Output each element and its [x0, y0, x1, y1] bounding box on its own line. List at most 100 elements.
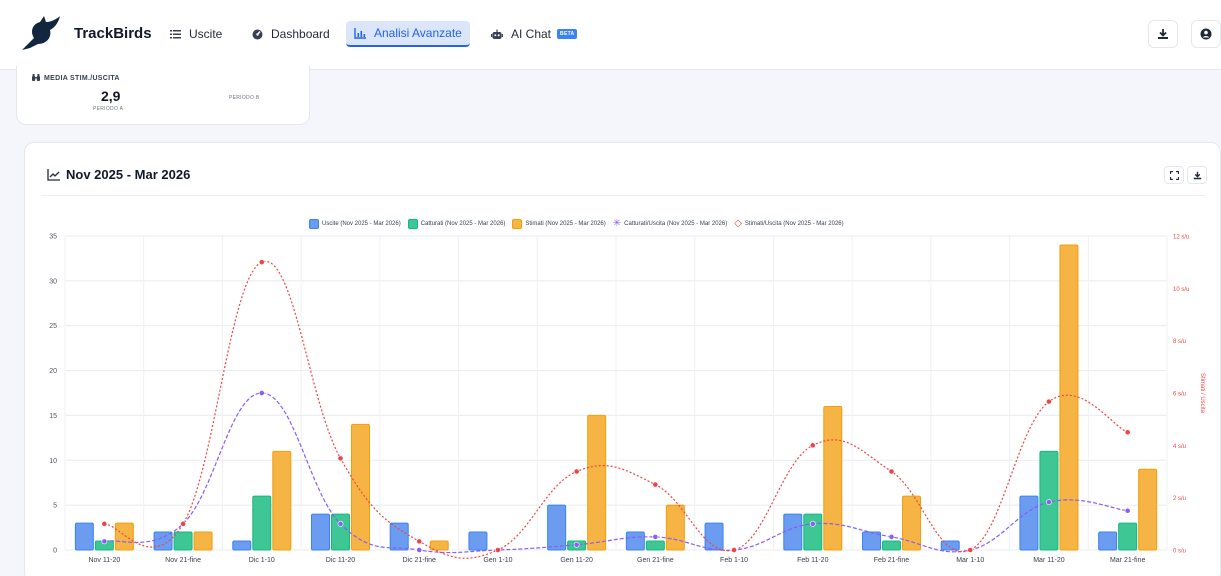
bar-stimati	[351, 423, 370, 551]
bar-uscite	[389, 522, 409, 551]
x-tick-label: Nov 21-fine	[165, 557, 201, 564]
x-tick-label: Gen 11-20	[560, 557, 593, 564]
point-catturati-uscita	[416, 547, 423, 553]
bar-catturati	[882, 540, 901, 551]
bar-stimati	[193, 531, 213, 551]
nav-analisi-label: Analisi Avanzate	[374, 26, 462, 40]
user-menu-button[interactable]	[1191, 20, 1221, 48]
y-right-tick-label: 12 s/u	[1173, 235, 1189, 241]
y-right-tick-label: 6 s/u	[1173, 392, 1186, 398]
bird-logo-icon	[22, 16, 60, 50]
x-tick-label: Nov 11-20	[88, 557, 120, 564]
point-stimati-uscita	[495, 547, 501, 553]
combo-chart: 0 5 10 15 20 25 30 35 0 s/u 2 s/u 4 s/u 6 s/u 8 s/u 1…	[49, 234, 1205, 565]
nav-dashboard-label: Dashboard	[271, 27, 330, 41]
point-catturati-uscita	[1124, 507, 1131, 514]
bar-stimati	[1059, 244, 1079, 551]
x-tick-label: Dic 1-10	[249, 557, 275, 564]
point-stimati-uscita	[180, 520, 186, 527]
point-stimati-uscita	[652, 481, 659, 488]
bar-uscite	[232, 540, 252, 551]
point-catturati-uscita	[101, 538, 108, 545]
point-stimati-uscita	[731, 547, 737, 553]
nav-uscite[interactable]: Uscite	[162, 21, 230, 47]
x-tick-label: Dic 21-fine	[402, 557, 436, 564]
y-left-tick-label: 0	[53, 548, 57, 555]
x-tick-label: Feb 1-10	[720, 557, 748, 564]
bar-stimati	[823, 405, 843, 551]
x-tick-label: Mar 1-10	[956, 557, 984, 564]
point-catturati-uscita	[652, 534, 659, 540]
point-catturati-uscita	[888, 534, 895, 540]
y-left-tick-label: 5	[53, 503, 57, 510]
point-stimati-uscita	[258, 259, 265, 266]
point-stimati-uscita	[888, 468, 895, 475]
y-right-tick-label: 2 s/u	[1173, 496, 1186, 502]
nav-analisi-avanzate[interactable]: Analisi Avanzate	[346, 21, 470, 47]
x-tick-label: Gen 1-10	[483, 557, 512, 564]
download-button[interactable]	[1148, 20, 1178, 48]
user-icon	[1200, 28, 1212, 40]
stat-period-b: PERIODO B	[229, 95, 260, 101]
nav-ai-chat-label: AI Chat	[511, 27, 552, 41]
bar-stimati	[1138, 468, 1158, 551]
dashboard-icon	[252, 29, 263, 40]
bar-uscite	[783, 513, 803, 551]
y-right-tick-label: 0 s/u	[1173, 549, 1186, 555]
bar-stimati	[587, 414, 607, 551]
bar-stimati	[272, 450, 292, 551]
y-left-tick-label: 30	[49, 278, 57, 285]
nav-ai-chat[interactable]: AI Chat BETA	[483, 21, 585, 47]
bar-uscite	[74, 522, 94, 551]
beta-badge: BETA	[557, 29, 578, 39]
y-left-tick-label: 20	[49, 368, 57, 375]
nav-dashboard[interactable]: Dashboard	[244, 21, 338, 47]
point-stimati-uscita	[101, 520, 108, 527]
point-catturati-uscita	[258, 390, 265, 396]
stat-value: 2,9	[101, 88, 121, 104]
y-left-tick-label: 35	[49, 234, 57, 241]
point-stimati-uscita	[967, 547, 974, 553]
point-stimati-uscita	[573, 468, 580, 475]
bar-uscite	[625, 531, 645, 551]
y-left-tick-label: 15	[49, 413, 57, 420]
x-tick-label: Gen 21-fine	[637, 557, 674, 564]
y-left-tick-label: 10	[49, 458, 57, 465]
x-tick-label: Dic 11-20	[326, 557, 356, 564]
bar-uscite	[311, 513, 330, 551]
y-right-tick-label: 10 s/u	[1173, 287, 1189, 293]
chart-card: Nov 2025 - Mar 2026 Uscite (Nov 2025 - M…	[24, 142, 1221, 576]
point-catturati-uscita	[1046, 499, 1052, 506]
download-icon	[1158, 29, 1168, 39]
x-tick-label: Mar 21-fine	[1110, 557, 1146, 564]
point-stimati-uscita	[1046, 398, 1052, 405]
bar-uscite	[547, 504, 567, 551]
bar-uscite	[1019, 495, 1039, 551]
bar-uscite	[1098, 531, 1118, 551]
chart-icon	[354, 27, 366, 39]
bar-catturati	[645, 540, 665, 551]
brand[interactable]: TrackBirds	[20, 14, 152, 52]
bar-catturati	[803, 513, 823, 551]
top-navbar: TrackBirds Uscite Dashboard Analisi Avan…	[0, 0, 1221, 70]
point-catturati-uscita	[573, 541, 580, 548]
point-stimati-uscita	[416, 538, 423, 545]
point-catturati-uscita	[809, 520, 816, 527]
stat-title: MEDIA STIM./USCITA	[32, 74, 120, 83]
x-tick-label: Mar 11-20	[1033, 557, 1064, 564]
robot-icon	[491, 29, 503, 40]
nav-uscite-label: Uscite	[189, 27, 223, 41]
bar-stimati	[665, 504, 685, 551]
bar-catturati	[252, 495, 272, 551]
stat-title-text: MEDIA STIM./USCITA	[44, 75, 120, 82]
list-icon	[170, 29, 181, 39]
bar-catturati	[1118, 522, 1138, 551]
x-tick-label: Feb 21-fine	[874, 557, 910, 564]
bar-catturati	[173, 531, 193, 551]
y-right-tick-label: 8 s/u	[1173, 339, 1186, 345]
point-catturati-uscita	[337, 520, 344, 527]
brand-name: TrackBirds	[74, 24, 152, 42]
bar-uscite	[468, 531, 488, 551]
point-stimati-uscita	[337, 455, 344, 462]
y-left-tick-label: 25	[49, 323, 57, 330]
